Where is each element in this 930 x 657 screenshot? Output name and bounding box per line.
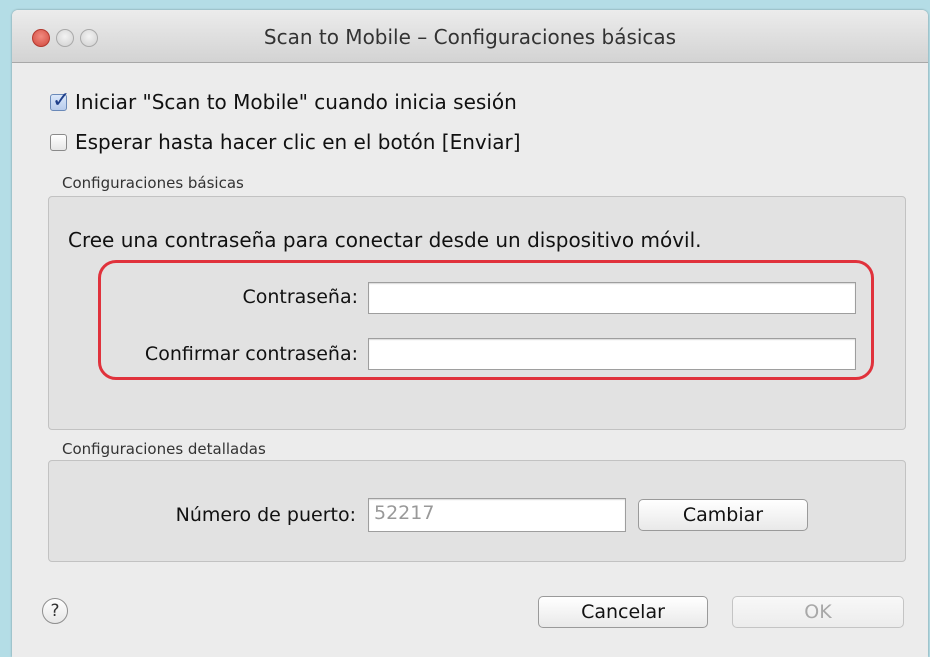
password-instruction: Cree una contraseña para conectar desde … — [68, 228, 702, 252]
wait-for-send-checkbox[interactable] — [50, 133, 67, 151]
checkmark-icon: ✓ — [52, 87, 71, 113]
ok-button[interactable]: OK — [732, 596, 904, 628]
title-bar: Scan to Mobile – Configuraciones básicas — [12, 10, 928, 63]
start-on-login-checkbox[interactable]: ✓ — [50, 88, 70, 113]
port-number-label: Número de puerto: — [175, 504, 356, 526]
password-label: Contraseña: — [242, 286, 358, 308]
basic-settings-group-label: Configuraciones básicas — [62, 174, 244, 192]
change-port-button[interactable]: Cambiar — [638, 499, 808, 531]
help-icon[interactable]: ? — [42, 598, 68, 624]
detailed-settings-group-label: Configuraciones detalladas — [62, 440, 266, 458]
password-field[interactable] — [368, 282, 856, 314]
window-title: Scan to Mobile – Configuraciones básicas — [263, 25, 677, 49]
wait-for-send-label: Esperar hasta hacer clic en el botón [En… — [75, 130, 521, 154]
start-on-login-option[interactable]: ✓ Iniciar "Scan to Mobile" cuando inicia… — [50, 88, 517, 114]
wait-for-send-option[interactable]: Esperar hasta hacer clic en el botón [En… — [50, 130, 521, 154]
dialog-window: Scan to Mobile – Configuraciones básicas… — [12, 10, 928, 657]
port-number-field[interactable]: 52217 — [368, 498, 626, 532]
cancel-button[interactable]: Cancelar — [538, 596, 708, 628]
confirm-password-field[interactable] — [368, 338, 856, 370]
confirm-password-label: Confirmar contraseña: — [144, 343, 358, 365]
start-on-login-label: Iniciar "Scan to Mobile" cuando inicia s… — [75, 90, 517, 114]
